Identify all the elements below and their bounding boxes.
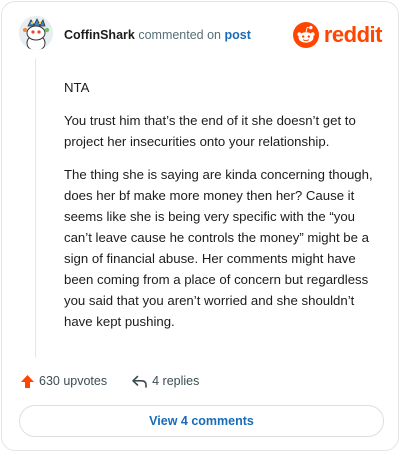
- card-header: CoffinShark commented on post reddit: [2, 2, 398, 66]
- comment-card: CoffinShark commented on post reddit NTA…: [1, 1, 399, 451]
- replies-count: 4 replies: [152, 374, 200, 388]
- snoo-avatar-icon: [19, 16, 53, 50]
- comment-body: NTA You trust him that’s the end of it s…: [64, 77, 382, 344]
- comment-paragraph: NTA: [64, 80, 90, 95]
- view-comments-button[interactable]: View 4 comments: [19, 405, 384, 437]
- upvote-arrow-icon: [21, 374, 34, 388]
- comment-paragraph: You trust him that’s the end of it she d…: [64, 113, 356, 149]
- reddit-alien-icon: [292, 22, 319, 48]
- reddit-wordmark: reddit: [323, 22, 383, 47]
- post-link[interactable]: post: [225, 28, 251, 42]
- comment-meta: CoffinShark commented on post: [64, 28, 251, 42]
- reddit-logo[interactable]: reddit: [292, 21, 383, 49]
- username-link[interactable]: CoffinShark: [64, 28, 135, 42]
- reply-arrow-icon: [132, 375, 147, 388]
- user-avatar[interactable]: [19, 16, 53, 50]
- comment-actions: 630 upvotes 4 replies: [20, 371, 199, 391]
- thread-line: [35, 58, 36, 358]
- upvote-count: 630 upvotes: [39, 374, 108, 388]
- replies-button[interactable]: 4 replies: [131, 374, 199, 389]
- upvote-button[interactable]: 630 upvotes: [20, 374, 107, 389]
- comment-paragraph: The thing she is saying are kinda concer…: [64, 167, 373, 329]
- action-text: commented on: [138, 28, 222, 42]
